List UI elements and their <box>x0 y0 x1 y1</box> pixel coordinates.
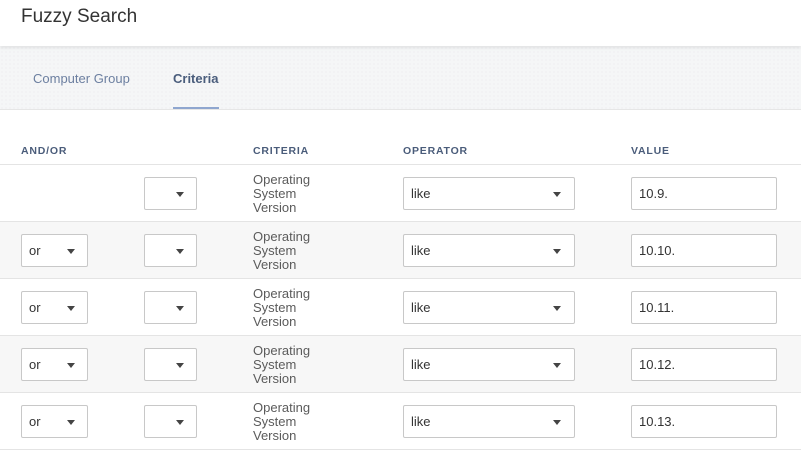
andor-select[interactable]: or <box>21 291 88 324</box>
criteria-row: or Operating System Version like 10.12. <box>0 336 801 393</box>
caret-down-icon <box>176 363 184 368</box>
caret-down-icon <box>67 306 75 311</box>
andor-value: or <box>29 357 41 372</box>
value-input[interactable]: 10.10. <box>631 234 777 267</box>
column-header-andor: AND/OR <box>21 145 68 157</box>
operator-select[interactable]: like <box>403 348 575 381</box>
operator-select[interactable]: like <box>403 177 575 210</box>
andor-select[interactable]: or <box>21 405 88 438</box>
caret-down-icon <box>67 249 75 254</box>
opening-paren-select[interactable] <box>144 348 197 381</box>
tab-criteria[interactable]: Criteria <box>173 71 219 86</box>
andor-value: or <box>29 243 41 258</box>
value-text: 10.10. <box>639 243 676 258</box>
andor-select[interactable]: or <box>21 234 88 267</box>
caret-down-icon <box>67 420 75 425</box>
opening-paren-select[interactable] <box>144 405 197 438</box>
caret-down-icon <box>553 363 561 368</box>
criteria-label: Operating System Version <box>253 286 311 329</box>
criteria-row: or Operating System Version like 10.10. <box>0 222 801 279</box>
andor-value: or <box>29 414 41 429</box>
caret-down-icon <box>176 306 184 311</box>
criteria-label: Operating System Version <box>253 343 311 386</box>
caret-down-icon <box>553 249 561 254</box>
value-text: 10.13. <box>639 414 676 429</box>
operator-value: like <box>411 357 431 372</box>
andor-value: or <box>29 300 41 315</box>
criteria-row: or Operating System Version like 10.13. <box>0 393 801 450</box>
value-text: 10.12. <box>639 357 676 372</box>
opening-paren-select[interactable] <box>144 177 197 210</box>
criteria-row: or Operating System Version like 10.11. <box>0 279 801 336</box>
caret-down-icon <box>67 363 75 368</box>
caret-down-icon <box>553 192 561 197</box>
value-input[interactable]: 10.11. <box>631 291 777 324</box>
criteria-label: Operating System Version <box>253 172 311 215</box>
column-header-operator: OPERATOR <box>403 145 468 157</box>
operator-value: like <box>411 300 431 315</box>
value-text: 10.9. <box>639 186 668 201</box>
caret-down-icon <box>553 420 561 425</box>
column-header-criteria: CRITERIA <box>253 145 309 157</box>
value-input[interactable]: 10.9. <box>631 177 777 210</box>
column-header-value: VALUE <box>631 145 670 157</box>
criteria-row: Operating System Version like 10.9. <box>0 165 801 222</box>
value-input[interactable]: 10.12. <box>631 348 777 381</box>
operator-select[interactable]: like <box>403 291 575 324</box>
operator-value: like <box>411 243 431 258</box>
criteria-label: Operating System Version <box>253 229 311 272</box>
operator-select[interactable]: like <box>403 405 575 438</box>
caret-down-icon <box>176 192 184 197</box>
operator-value: like <box>411 186 431 201</box>
andor-select[interactable]: or <box>21 348 88 381</box>
table-header-row: AND/OR CRITERIA OPERATOR VALUE <box>0 144 801 165</box>
value-text: 10.11. <box>639 300 675 315</box>
page-header: Fuzzy Search <box>0 0 801 46</box>
page-title: Fuzzy Search <box>21 6 138 27</box>
criteria-label: Operating System Version <box>253 400 311 443</box>
value-input[interactable]: 10.13. <box>631 405 777 438</box>
operator-select[interactable]: like <box>403 234 575 267</box>
active-tab-indicator <box>173 107 219 109</box>
opening-paren-select[interactable] <box>144 291 197 324</box>
tab-computer-group[interactable]: Computer Group <box>33 71 130 86</box>
opening-paren-select[interactable] <box>144 234 197 267</box>
tab-bar: Computer Group Criteria <box>0 46 801 110</box>
operator-value: like <box>411 414 431 429</box>
caret-down-icon <box>176 420 184 425</box>
caret-down-icon <box>176 249 184 254</box>
caret-down-icon <box>553 306 561 311</box>
